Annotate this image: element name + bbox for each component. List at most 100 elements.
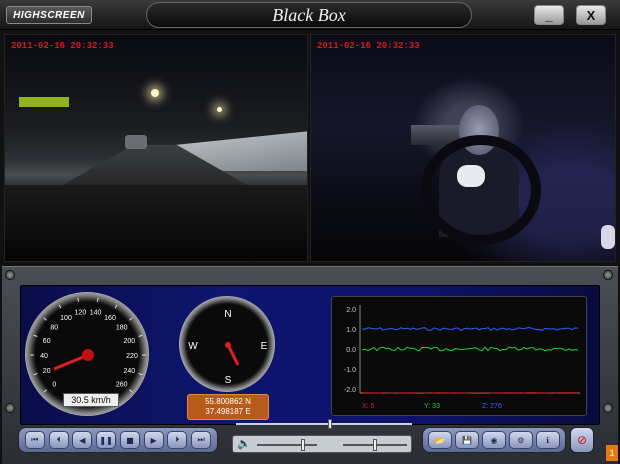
cabin-timestamp: 2011-02-16 20:32:33 [317, 41, 420, 51]
minimize-button[interactable]: _ [534, 5, 564, 25]
graph-y-tick: -1.0 [344, 367, 356, 374]
passenger-hand [601, 225, 615, 249]
map-button[interactable]: ◉ [481, 431, 506, 449]
speed-tick-mark [96, 297, 99, 302]
speed-tick-mark [77, 297, 80, 302]
speed-tick-label: 260 [116, 381, 128, 388]
steering-wheel [421, 135, 541, 245]
balance-thumb[interactable] [373, 439, 377, 451]
speed-tick-mark [58, 304, 62, 309]
accelerometer-graph: 2.0 1.0 0.0 -1.0 -2.0 X: 5 Y: 33 Z: 276 [331, 296, 587, 416]
title-bar: HIGHSCREEN Black Box _ X [0, 0, 620, 30]
speed-tick-label: 20 [43, 368, 51, 375]
streetlight [151, 89, 159, 97]
volume-thumb[interactable] [301, 439, 305, 451]
accelerometer-plot: 2.0 1.0 0.0 -1.0 -2.0 [344, 305, 580, 394]
volume-panel: 🔈 [232, 435, 412, 453]
seek-track[interactable] [236, 423, 412, 425]
y-axis-trace [361, 346, 579, 352]
needle-hub [82, 349, 94, 361]
speed-tick-mark [129, 317, 133, 321]
speed-tick-mark [129, 389, 133, 393]
gps-longitude: 37.498187 E [205, 407, 251, 416]
speed-tick-mark [43, 317, 47, 321]
graph-y-tick: 1.0 [346, 327, 356, 334]
compass-dial: N S E W [188, 309, 268, 386]
speed-readout: 30.5 km/h [63, 393, 119, 407]
stop-button[interactable]: ■ [119, 431, 140, 449]
speed-tick-mark [114, 304, 118, 309]
skip-end-button[interactable]: ⏭ [191, 431, 212, 449]
speed-tick-label: 180 [116, 325, 128, 332]
pause-button[interactable]: ❚❚ [96, 431, 117, 449]
z-axis-trace [361, 327, 579, 332]
compass: N S E W [179, 296, 275, 392]
speed-tick-mark [33, 373, 38, 376]
front-camera-view[interactable]: 2011-02-16 20:32:33 [4, 34, 308, 262]
graph-y-tick: -2.0 [344, 387, 356, 394]
compass-east: E [261, 341, 268, 352]
settings-gear-button[interactable]: ⚙ [508, 431, 533, 449]
speed-tick-label: 0 [52, 381, 56, 388]
open-folder-button[interactable]: 📂 [428, 431, 453, 449]
save-button[interactable]: 💾 [455, 431, 480, 449]
dashboard-hood [5, 185, 307, 261]
skip-start-button[interactable]: ⏮ [24, 431, 45, 449]
screw-icon [5, 270, 15, 280]
brand-logo: HIGHSCREEN [6, 6, 92, 24]
telemetry-display: 0 20 40 60 80 100 120 140 160 180 200 220 240 260 30.… [20, 285, 600, 425]
volume-slider[interactable] [257, 444, 317, 446]
speed-tick-label: 240 [123, 368, 135, 375]
page-badge: 1 [606, 445, 618, 461]
window-title: Black Box [272, 4, 346, 25]
rewind-button[interactable]: ◀ [72, 431, 93, 449]
speed-tick-label: 60 [43, 338, 51, 345]
play-button[interactable]: ▶ [143, 431, 164, 449]
screw-icon [5, 403, 15, 413]
compass-needle [226, 344, 240, 366]
speed-tick-mark [33, 334, 38, 337]
compass-hub [225, 342, 231, 348]
window-title-pill: Black Box [146, 2, 472, 28]
speed-tick-label: 100 [60, 315, 72, 322]
speed-tick-label: 120 [75, 310, 87, 317]
compass-west: W [188, 341, 198, 352]
playback-controls: ⏮ ⏴ ◀ ❚❚ ■ ▶ ⏵ ⏭ [18, 427, 218, 453]
seek-thumb[interactable] [327, 419, 332, 429]
speed-tick-mark [138, 373, 143, 376]
instrument-panel: 0 20 40 60 80 100 120 140 160 180 200 220 240 260 30.… [2, 266, 618, 464]
gps-latitude: 55.800862 N [205, 397, 251, 406]
speed-tick-label: 140 [90, 310, 102, 317]
speed-tick-mark [43, 389, 47, 393]
disable-icon-button[interactable]: ⊘ [570, 427, 594, 453]
step-back-button[interactable]: ⏴ [48, 431, 69, 449]
speed-tick-label: 80 [50, 325, 58, 332]
screw-icon [603, 270, 613, 280]
y-axis-value: Y: 33 [424, 403, 440, 410]
front-timestamp: 2011-02-16 20:32:33 [11, 41, 114, 51]
cabin-camera-view[interactable]: 2011-02-16 20:32:33 [310, 34, 616, 262]
x-axis-value: X: 5 [362, 403, 375, 410]
z-axis-value: Z: 276 [482, 403, 502, 410]
street-sign [19, 97, 69, 107]
speed-tick-label: 160 [104, 315, 116, 322]
seek-area: 🔈 [232, 417, 414, 457]
close-button[interactable]: X [576, 5, 606, 25]
compass-north: N [224, 309, 231, 320]
step-forward-button[interactable]: ⏵ [167, 431, 188, 449]
speed-tick-label: 40 [40, 353, 48, 360]
compass-south: S [225, 375, 232, 386]
streetlight [217, 107, 222, 112]
tool-buttons: 📂 💾 ◉ ⚙ ℹ [422, 427, 566, 453]
speedometer: 0 20 40 60 80 100 120 140 160 180 200 220 240 260 30.… [25, 292, 149, 416]
graph-y-tick: 2.0 [346, 307, 356, 314]
info-button[interactable]: ℹ [535, 431, 560, 449]
speaker-icon[interactable]: 🔈 [237, 437, 251, 450]
speed-tick-mark [138, 334, 143, 337]
graph-y-tick: 0.0 [346, 347, 356, 354]
speed-tick-label: 200 [123, 338, 135, 345]
driver-hand [457, 165, 485, 187]
car-ahead [125, 135, 147, 149]
screw-icon [603, 403, 613, 413]
speed-tick-label: 220 [126, 353, 138, 360]
